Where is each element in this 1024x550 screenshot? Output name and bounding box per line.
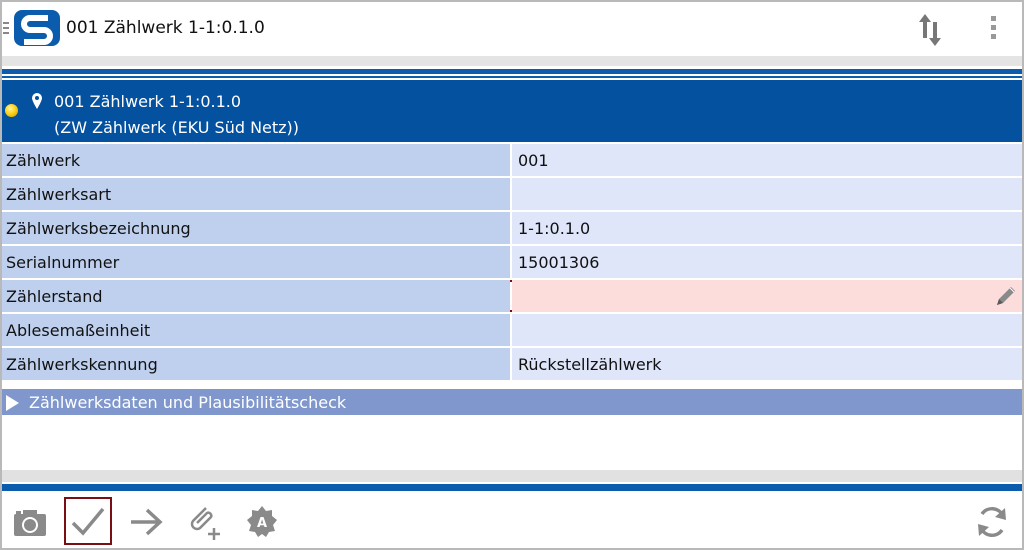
app-title: 001 Zählwerk 1-1:0.1.0 [66, 18, 265, 38]
camera-icon[interactable] [12, 502, 48, 542]
field-label-cell: Serialnummer [2, 246, 510, 278]
field-label-cell: Zählwerksart [2, 178, 510, 210]
field-label: Zählwerkskennung [6, 355, 158, 374]
svg-text:A: A [257, 516, 267, 531]
app-bar: 001 Zählwerk 1-1:0.1.0 [2, 2, 1022, 54]
arrow-right-icon[interactable] [128, 502, 164, 542]
field-value-cell: 1-1:0.1.0 [512, 212, 1022, 244]
field-label-cell: Ablesemaßeinheit [2, 314, 510, 346]
field-value-cell: Rückstellzählwerk [512, 348, 1022, 380]
field-label: Zählerstand [6, 287, 103, 306]
location-pin-icon [31, 93, 43, 109]
header-subtitle: (ZW Zählwerk (EKU Süd Netz)) [54, 118, 300, 137]
refresh-icon[interactable] [972, 502, 1012, 542]
field-label: Zählwerksbezeichnung [6, 219, 191, 238]
table-row[interactable]: Serialnummer 15001306 [2, 246, 1022, 278]
field-label: Serialnummer [6, 253, 120, 272]
attachment-add-icon[interactable] [186, 502, 222, 542]
table-row[interactable]: Zählwerk 001 [2, 144, 1022, 176]
sort-arrows-icon[interactable] [916, 12, 944, 48]
field-label-cell: Zählwerkskennung [2, 348, 510, 380]
field-value: Rückstellzählwerk [518, 355, 662, 374]
field-value: 001 [518, 151, 549, 170]
section-label: Zählwerksdaten und Plausibilitätscheck [29, 393, 347, 412]
field-value-cell: 001 [512, 144, 1022, 176]
field-label: Zählwerk [6, 151, 81, 170]
divider [2, 56, 1022, 66]
field-label: Ablesemaßeinheit [6, 321, 151, 340]
divider [2, 76, 1022, 78]
field-value-cell [512, 178, 1022, 210]
meter-reading-row[interactable]: Zählerstand [2, 280, 1022, 312]
field-label-cell: Zählwerksbezeichnung [2, 212, 510, 244]
divider [2, 69, 1022, 74]
field-value: 1-1:0.1.0 [518, 219, 591, 238]
field-value: 15001306 [518, 253, 600, 272]
checkmark-icon [71, 507, 105, 536]
field-label-cell: Zählerstand [2, 280, 510, 312]
menu-icon[interactable] [3, 22, 9, 36]
field-label: Zählwerksart [6, 185, 112, 204]
table-row[interactable]: Zählwerksbezeichnung 1-1:0.1.0 [2, 212, 1022, 244]
field-table: Zählwerk 001 Zählwerksart Zählwerksbezei… [2, 144, 1022, 382]
field-label-cell: Zählwerk [2, 144, 510, 176]
divider [2, 470, 1022, 482]
section-header-plausibility[interactable]: Zählwerksdaten und Plausibilitätscheck [2, 389, 1022, 415]
divider [2, 484, 1022, 491]
app-logo[interactable] [14, 10, 60, 46]
pencil-icon[interactable] [994, 284, 1018, 308]
status-indicator-icon [5, 104, 18, 117]
auto-badge-icon[interactable]: A [244, 502, 280, 542]
confirm-button[interactable] [64, 497, 112, 545]
table-row[interactable]: Zählwerkskennung Rückstellzählwerk [2, 348, 1022, 380]
meter-reading-input[interactable] [512, 280, 1022, 312]
header-title: 001 Zählwerk 1-1:0.1.0 [54, 92, 242, 111]
meter-header[interactable]: 001 Zählwerk 1-1:0.1.0 (ZW Zählwerk (EKU… [2, 80, 1022, 142]
field-value-cell: 15001306 [512, 246, 1022, 278]
field-value-cell [512, 314, 1022, 346]
expand-triangle-icon [6, 395, 19, 411]
table-row[interactable]: Zählwerksart [2, 178, 1022, 210]
table-row[interactable]: Ablesemaßeinheit [2, 314, 1022, 346]
overflow-menu-icon[interactable] [988, 16, 998, 44]
